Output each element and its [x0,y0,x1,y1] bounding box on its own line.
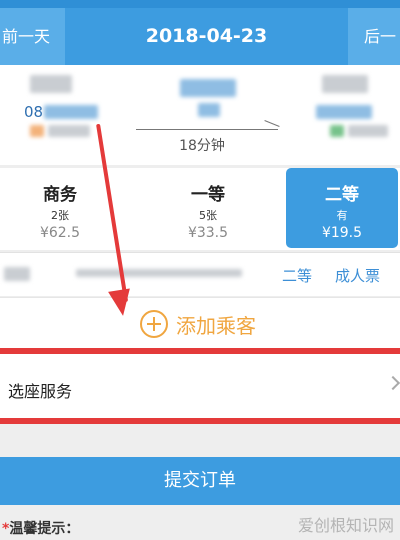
date-navigation-bar: 前一天 2018-04-23 后一 [0,8,400,65]
watermark-text: 爱创根知识网 [297,516,394,535]
plus-circle-icon [140,310,168,338]
next-day-button[interactable]: 后一 [348,8,400,65]
blurred-train-number [180,79,236,97]
blurred-arrival-date [348,125,388,137]
selected-date[interactable]: 2018-04-23 [65,8,348,65]
departure-code: 08 [24,103,44,121]
seat-service-label: 选座服务 [8,382,73,401]
tips-label: 温馨提示： [9,521,80,537]
blurred-arrival-time [322,75,368,93]
submit-order-button[interactable]: 提交订单 [0,457,400,505]
seat-count: 有 [336,209,348,222]
blurred-arrival-station [316,105,372,119]
seat-option-second-class[interactable]: 二等 有 ¥19.5 [286,168,398,248]
seat-price: ¥62.5 [39,225,81,241]
seat-name: 商务 [43,185,77,205]
seat-count: 5张 [199,209,217,222]
top-status-bar [0,0,400,8]
blurred-departure-time [30,75,72,93]
train-info-panel: 08 18分钟 [0,65,400,165]
passenger-ticket-type[interactable]: 成人票 [335,265,380,286]
add-passenger-label: 添加乘客 [176,314,256,338]
trip-duration: 18分钟 [179,138,225,154]
annotation-arrow-head [108,288,134,318]
blurred-train-icon [198,103,220,117]
route-arrow-tip [264,120,280,127]
prev-day-button[interactable]: 前一天 [0,8,65,65]
passenger-row[interactable]: 二等 成人票 [0,252,400,296]
seat-class-selector: 商务 2张 ¥62.5 一等 5张 ¥33.5 二等 有 ¥19.5 [0,168,400,250]
passenger-seat-class[interactable]: 二等 [282,265,312,286]
blurred-passenger-id [76,269,242,277]
route-arrow-line [136,129,278,130]
blurred-departure-station [44,105,98,119]
seat-name: 二等 [325,185,359,205]
blurred-arrival-badge [330,125,344,137]
blurred-passenger-name [4,267,30,281]
seat-option-first-class[interactable]: 一等 5张 ¥33.5 [158,168,258,248]
seat-price: ¥33.5 [187,225,229,241]
seat-name: 一等 [191,185,225,205]
seat-option-business[interactable]: 商务 2张 ¥62.5 [10,168,110,248]
tips-heading: *温馨提示： [2,518,79,538]
seat-count: 2张 [51,209,69,222]
seat-price: ¥19.5 [321,225,363,241]
seat-service-row[interactable]: 选座服务 [0,348,400,424]
chevron-right-icon [385,375,400,391]
add-passenger-button[interactable]: 添加乘客 [0,297,400,349]
